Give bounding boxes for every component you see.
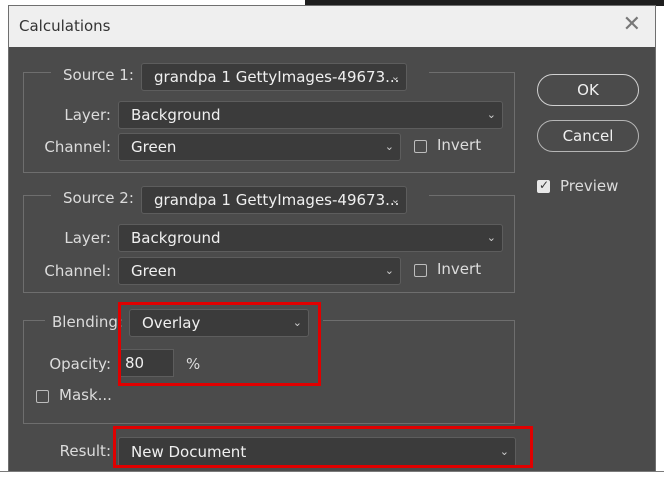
source2-channel-select[interactable]: Green ⌄ (118, 257, 401, 285)
opacity-unit: % (186, 355, 201, 373)
source1-channel-label: Channel: (44, 138, 111, 156)
chevron-down-icon: ⌄ (384, 264, 394, 277)
result-select[interactable]: New Document ⌄ (118, 437, 516, 467)
chevron-down-icon: ⌄ (486, 108, 496, 121)
source1-invert-label[interactable]: Invert (437, 136, 481, 154)
blending-mode-select[interactable]: Overlay ⌄ (129, 309, 309, 337)
chevron-down-icon: ⌄ (390, 193, 400, 206)
title-bar: Calculations ✕ (9, 6, 655, 47)
chevron-down-icon: ⌄ (292, 316, 302, 329)
source2-layer-value: Background (131, 229, 221, 247)
source2-invert-label[interactable]: Invert (437, 260, 481, 278)
source1-channel-select[interactable]: Green ⌄ (118, 133, 401, 161)
checkmark-icon: ✓ (539, 178, 550, 192)
bottom-divider (0, 471, 664, 472)
opacity-input[interactable]: 80 (118, 349, 174, 377)
source1-layer-select[interactable]: Background ⌄ (118, 101, 503, 129)
dialog-title: Calculations (19, 17, 111, 35)
chevron-down-icon: ⌄ (486, 231, 496, 244)
result-label: Result: (59, 442, 111, 460)
mask-checkbox[interactable] (36, 390, 49, 403)
chevron-down-icon: ⌄ (499, 445, 509, 458)
calculations-dialog: Calculations ✕ Source 1: grandpa 1 Getty… (8, 5, 656, 472)
preview-label[interactable]: Preview (560, 177, 618, 195)
source1-file-select[interactable]: grandpa 1 GettyImages-49673... ⌄ (141, 63, 407, 91)
blending-mode-value: Overlay (142, 314, 201, 332)
source2-invert-checkbox[interactable] (414, 264, 427, 277)
source2-file-value: grandpa 1 GettyImages-49673... (154, 191, 400, 209)
blending-label: Blending: (52, 313, 123, 331)
source1-invert-checkbox[interactable] (414, 140, 427, 153)
source2-layer-select[interactable]: Background ⌄ (118, 224, 503, 252)
source1-layer-value: Background (131, 106, 221, 124)
opacity-label: Opacity: (49, 355, 111, 373)
source2-file-select[interactable]: grandpa 1 GettyImages-49673... ⌄ (141, 186, 407, 214)
source1-file-value: grandpa 1 GettyImages-49673... (154, 68, 400, 86)
chevron-down-icon: ⌄ (384, 140, 394, 153)
source1-layer-label: Layer: (64, 106, 111, 124)
cancel-button[interactable]: Cancel (537, 120, 639, 152)
ok-button[interactable]: OK (537, 74, 639, 106)
close-icon[interactable]: ✕ (623, 12, 641, 37)
source2-channel-label: Channel: (44, 262, 111, 280)
source1-channel-value: Green (131, 138, 177, 156)
source2-label: Source 2: (63, 189, 134, 207)
chevron-down-icon: ⌄ (390, 70, 400, 83)
source1-label: Source 1: (63, 66, 134, 84)
preview-checkbox[interactable]: ✓ (537, 178, 550, 193)
mask-label[interactable]: Mask... (59, 386, 112, 404)
source2-layer-label: Layer: (64, 229, 111, 247)
source2-channel-value: Green (131, 262, 177, 280)
result-value: New Document (131, 443, 247, 461)
